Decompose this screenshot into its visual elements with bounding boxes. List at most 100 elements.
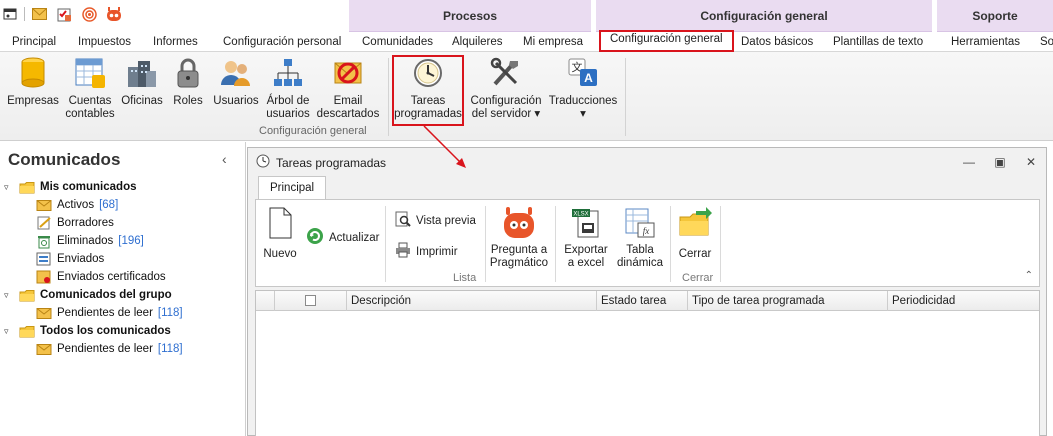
tasks-grid: Descripción Estado tarea Tipo de tarea p… — [255, 290, 1040, 436]
sidebar-tree-item[interactable]: ▿ Mis comunicados — [4, 178, 137, 196]
traducciones-button[interactable]: 文A Traducciones ▾ — [548, 56, 618, 121]
sidebar-tree-item[interactable]: Activos [68] — [36, 196, 118, 214]
grid-header: Descripción Estado tarea Tipo de tarea p… — [256, 291, 1039, 311]
sidebar-tree-item[interactable]: Eliminados [196] — [36, 232, 144, 250]
envelope-icon — [36, 307, 52, 320]
tab-alquileres[interactable]: Alquileres — [450, 33, 505, 52]
tab-impuestos[interactable]: Impuestos — [76, 33, 133, 52]
cerrar-button[interactable]: Cerrar — [674, 206, 716, 261]
title-bar: Procesos Configuración general Soporte — [0, 0, 1053, 32]
tab-comunidades[interactable]: Comunidades — [360, 33, 435, 52]
sidebar-tree-item[interactable]: Borradores — [36, 214, 114, 232]
sidebar-tree-item[interactable]: ▿ Todos los comunicados — [4, 322, 171, 340]
tab-principal-window[interactable]: Principal — [258, 176, 327, 200]
expand-icon[interactable]: ▿ — [4, 326, 14, 337]
tab-configuracion-general[interactable]: Configuración general — [599, 30, 734, 52]
tools-icon — [489, 56, 523, 90]
row-indicator-header — [256, 291, 274, 311]
roles-button[interactable]: Roles — [170, 56, 206, 108]
pregunta-a-pragmatico-button[interactable]: Pregunta a Pragmático — [489, 206, 549, 270]
column-periodicidad[interactable]: Periodicidad — [887, 291, 1041, 311]
tree-item-count: [196] — [118, 235, 144, 247]
tab-datos-basicos[interactable]: Datos básicos — [739, 33, 815, 52]
usuarios-button[interactable]: Usuarios — [212, 56, 260, 108]
trash-icon — [36, 234, 52, 249]
expand-icon[interactable]: ▿ — [4, 290, 14, 301]
certified-icon — [36, 270, 52, 284]
cylinder-icon — [16, 56, 50, 90]
sidebar-collapse-button[interactable]: ‹ — [222, 151, 227, 167]
tareas-programadas-window: Tareas programadas — ▣ ✕ Principal Nuevo… — [247, 147, 1047, 436]
pivot-table-icon: fx — [623, 206, 657, 240]
restore-icon[interactable]: ▣ — [993, 155, 1007, 169]
sidebar-tree-item[interactable]: Enviados — [36, 250, 104, 268]
vista-previa-button[interactable]: Vista previa — [395, 211, 476, 230]
draft-icon — [36, 216, 52, 230]
arbol-de-usuarios-button[interactable]: Árbol de usuarios — [264, 56, 312, 121]
tree-item-label: Activos — [57, 199, 95, 211]
quick-access-toolbar — [2, 6, 122, 22]
tree-item-count: [118] — [157, 307, 183, 319]
blocked-email-icon — [331, 56, 365, 90]
column-tipo-de-tarea[interactable]: Tipo de tarea programada — [687, 291, 887, 311]
sidebar-tree-item[interactable]: Enviados certificados — [36, 268, 166, 286]
signal-icon[interactable] — [81, 6, 97, 22]
preview-icon — [395, 211, 411, 230]
select-all-checkbox-cell — [274, 291, 346, 311]
robot-icon[interactable] — [106, 6, 122, 22]
window-title-bar: Tareas programadas — [256, 154, 386, 171]
actualizar-button[interactable]: Actualizar — [306, 227, 380, 248]
checklist-icon[interactable] — [56, 6, 72, 22]
users-icon — [219, 56, 253, 90]
qat-divider — [24, 7, 25, 21]
tab-informes[interactable]: Informes — [151, 33, 200, 52]
ribbon: Empresas Cuentas contables Oficinas Role… — [0, 52, 1053, 141]
context-group-soporte: Soporte — [937, 0, 1053, 32]
cuentas-contables-button[interactable]: Cuentas contables — [64, 56, 116, 121]
tree-item-count: [118] — [157, 343, 183, 355]
column-estado-tarea[interactable]: Estado tarea — [596, 291, 687, 311]
email-descartados-button[interactable]: Email descartados — [316, 56, 380, 121]
select-all-checkbox[interactable] — [305, 295, 316, 306]
tareas-highlight-box — [392, 55, 464, 126]
refresh-icon — [306, 227, 324, 248]
imprimir-button[interactable]: Imprimir — [395, 242, 458, 261]
sidebar-tree-item[interactable]: Pendientes de leer [118] — [36, 304, 183, 322]
mail-icon[interactable] — [31, 6, 47, 22]
column-descripcion[interactable]: Descripción — [346, 291, 596, 311]
window-icon[interactable] — [2, 6, 18, 22]
tree-item-label: Pendientes de leer — [57, 343, 153, 355]
tab-principal[interactable]: Principal — [10, 33, 58, 52]
exportar-a-excel-button[interactable]: XLSX Exportar a excel — [559, 206, 613, 270]
nuevo-button[interactable]: Nuevo — [260, 206, 300, 261]
window-controls: — ▣ ✕ — [962, 155, 1038, 169]
tab-herramientas[interactable]: Herramientas — [949, 33, 1022, 52]
sidebar-tree-item[interactable]: ▿ Comunicados del grupo — [4, 286, 172, 304]
tree-item-label: Pendientes de leer — [57, 307, 153, 319]
collapse-ribbon-icon[interactable]: ⌃ — [1025, 270, 1033, 281]
empresas-button[interactable]: Empresas — [7, 56, 59, 108]
window-ribbon-divider — [555, 206, 556, 282]
tree-item-count: [68] — [99, 199, 119, 211]
tab-plantillas-de-texto[interactable]: Plantillas de texto — [831, 33, 925, 52]
tab-mi-empresa[interactable]: Mi empresa — [521, 33, 585, 52]
tab-soporte-partial[interactable]: So — [1038, 33, 1053, 52]
sidebar: Comunicados ‹ ▿ Mis comunicados Activos [68… — [0, 142, 246, 436]
group-label-cerrar: Cerrar — [682, 272, 714, 284]
configuracion-del-servidor-button[interactable]: Configuración del servidor ▾ — [468, 56, 544, 121]
padlock-icon — [171, 56, 205, 90]
minimize-icon[interactable]: — — [962, 155, 976, 169]
sidebar-title: Comunicados — [8, 150, 121, 169]
oficinas-button[interactable]: Oficinas — [120, 56, 164, 108]
envelope-icon — [36, 199, 52, 212]
window-ribbon-divider — [385, 206, 386, 282]
expand-icon[interactable]: ▿ — [4, 182, 14, 193]
tab-configuracion-personal[interactable]: Configuración personal — [221, 33, 343, 52]
tree-item-label: Eliminados — [57, 235, 114, 247]
close-icon[interactable]: ✕ — [1024, 155, 1038, 169]
sidebar-tree-item[interactable]: Pendientes de leer [118] — [36, 340, 183, 358]
org-tree-icon — [271, 56, 305, 90]
tabla-dinamica-button[interactable]: fx Tabla dinámica — [615, 206, 665, 270]
ribbon-tabs: Principal Impuestos Informes Configuraci… — [0, 30, 1053, 52]
context-group-procesos: Procesos — [349, 0, 591, 32]
